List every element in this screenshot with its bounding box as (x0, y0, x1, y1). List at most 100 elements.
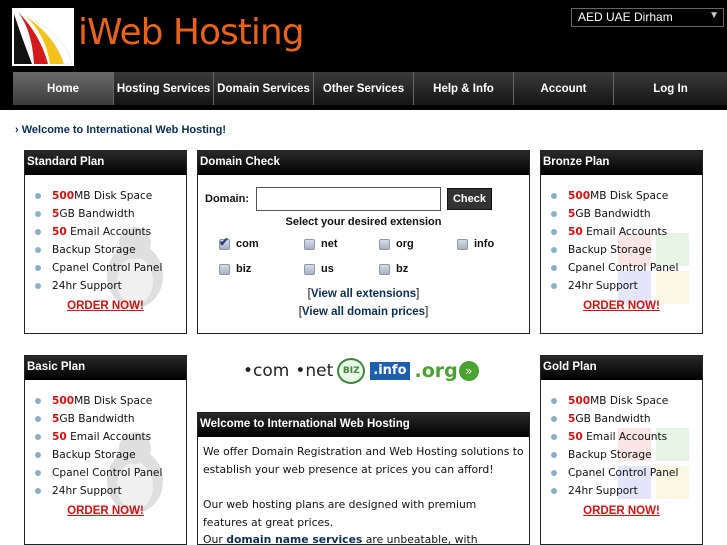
checkbox-icon (379, 238, 390, 250)
gold-plan-box: Gold Plan 500MB Disk Space 5GB Bandwidth… (540, 355, 703, 545)
bullet-icon (551, 416, 557, 422)
plan-title: Bronze Plan (541, 151, 702, 175)
bullet-icon (35, 265, 41, 271)
checkbox-icon (304, 238, 315, 250)
list-item: Cpanel Control Panel (35, 464, 186, 482)
plan-title: Gold Plan (541, 356, 702, 380)
list-item: 500MB Disk Space (35, 187, 186, 205)
nav-other-services[interactable]: Other Services (314, 72, 414, 105)
nav-hosting-services[interactable]: Hosting Services (114, 72, 214, 105)
list-item: Cpanel Control Panel (551, 464, 702, 482)
arrow-right-icon: » (458, 361, 479, 381)
nav-home[interactable]: Home (13, 72, 114, 105)
bullet-icon (551, 211, 557, 217)
bronze-plan-box: Bronze Plan 500MB Disk Space 5GB Bandwid… (540, 150, 703, 334)
bullet-icon (551, 283, 557, 289)
domain-input[interactable] (256, 187, 441, 211)
bullet-icon (35, 229, 41, 235)
order-now-link[interactable]: ORDER NOW! (541, 505, 702, 517)
welcome-box-body: We offer Domain Registration and Web Hos… (198, 437, 529, 545)
checkbox-icon (219, 263, 230, 275)
list-item: 5GB Bandwidth (35, 205, 186, 223)
bullet-icon (35, 283, 41, 289)
welcome-paragraph: Our domain name services are unbeatable,… (203, 533, 478, 545)
nav-account[interactable]: Account (514, 72, 614, 105)
bullet-icon (35, 488, 41, 494)
list-item: 24hr Support (551, 482, 702, 500)
domain-check-title: Domain Check (198, 151, 529, 175)
checkbox-icon (457, 238, 468, 250)
plan-feature-list: 500MB Disk Space 5GB Bandwidth 50 Email … (541, 380, 702, 500)
list-item: 5GB Bandwidth (551, 205, 702, 223)
tld-com: •com (243, 361, 290, 381)
welcome-breadcrumb: › Welcome to International Web Hosting! (15, 124, 227, 136)
bullet-icon (551, 452, 557, 458)
checkbox-icon (379, 263, 390, 275)
checkbox-checked-icon (219, 235, 230, 250)
domain-search-row: Domain: Check (205, 187, 492, 211)
ext-bz-checkbox[interactable]: bz (379, 263, 408, 275)
basic-plan-box: Basic Plan 500MB Disk Space 5GB Bandwidt… (24, 355, 187, 545)
bullet-icon (551, 193, 557, 199)
tld-info-badge: .info (370, 362, 410, 380)
order-now-link[interactable]: ORDER NOW! (25, 505, 186, 517)
list-item: Backup Storage (35, 241, 186, 259)
nav-help-info[interactable]: Help & Info (414, 72, 514, 105)
view-all-prices-link[interactable]: View all domain prices (302, 306, 425, 318)
bullet-icon (35, 247, 41, 253)
select-extension-label: Select your desired extension (285, 216, 442, 228)
tld-org: .org (414, 360, 458, 382)
list-item: 50 Email Accounts (551, 428, 702, 446)
list-item: 24hr Support (35, 277, 186, 295)
nav-bar: Home Hosting Services Domain Services Ot… (13, 72, 727, 105)
nav-log-in[interactable]: Log In (614, 72, 727, 105)
ext-com-checkbox[interactable]: com (219, 235, 259, 250)
bullet-icon (551, 470, 557, 476)
plan-feature-list: 500MB Disk Space 5GB Bandwidth 50 Email … (25, 380, 186, 500)
bullet-icon (551, 434, 557, 440)
ext-us-checkbox[interactable]: us (304, 263, 334, 275)
nav-domain-services[interactable]: Domain Services (214, 72, 314, 105)
list-item: 500MB Disk Space (551, 187, 702, 205)
site-header: iWeb Hosting AED UAE Dirham ▼ (0, 0, 727, 70)
view-all-extensions: [View all extensions] (307, 288, 420, 300)
order-now-link[interactable]: ORDER NOW! (25, 300, 186, 312)
list-item: 50 Email Accounts (551, 223, 702, 241)
tld-banner: •com •net BIZ .info .org » (243, 358, 479, 384)
check-button[interactable]: Check (447, 188, 492, 210)
welcome-box: Welcome to International Web Hosting We … (197, 412, 530, 545)
checkbox-icon (304, 263, 315, 275)
plan-feature-list: 500MB Disk Space 5GB Bandwidth 50 Email … (25, 175, 186, 295)
site-logo-text[interactable]: iWeb Hosting (78, 12, 305, 53)
list-item: Cpanel Control Panel (35, 259, 186, 277)
standard-plan-box: Standard Plan 500MB Disk Space 5GB Bandw… (24, 150, 187, 334)
domain-label: Domain: (205, 193, 249, 205)
welcome-paragraph: Our web hosting plans are designed with … (203, 498, 477, 529)
bullet-icon (35, 193, 41, 199)
list-item: 50 Email Accounts (35, 428, 186, 446)
bullet-arrow-icon: › (15, 124, 22, 136)
bullet-icon (551, 265, 557, 271)
view-all-extensions-link[interactable]: View all extensions (311, 288, 416, 300)
domain-name-services-link[interactable]: domain name services (226, 533, 362, 544)
domain-check-box: Domain Check Domain: Check Select your d… (197, 150, 530, 334)
currency-select[interactable]: AED UAE Dirham ▼ (571, 8, 724, 27)
bullet-icon (551, 398, 557, 404)
ext-net-checkbox[interactable]: net (304, 238, 338, 250)
list-item: 24hr Support (35, 482, 186, 500)
chevron-down-icon: ▼ (709, 10, 719, 21)
bullet-icon (35, 416, 41, 422)
ext-biz-checkbox[interactable]: biz (219, 263, 251, 275)
bullet-icon (35, 398, 41, 404)
plan-title: Basic Plan (25, 356, 186, 380)
list-item: Cpanel Control Panel (551, 259, 702, 277)
bullet-icon (35, 452, 41, 458)
bullet-icon (35, 211, 41, 217)
list-item: 500MB Disk Space (551, 392, 702, 410)
list-item: Backup Storage (551, 241, 702, 259)
welcome-box-title: Welcome to International Web Hosting (198, 413, 529, 437)
view-all-prices: [View all domain prices] (298, 306, 429, 318)
ext-info-checkbox[interactable]: info (457, 238, 494, 250)
order-now-link[interactable]: ORDER NOW! (541, 300, 702, 312)
ext-org-checkbox[interactable]: org (379, 238, 414, 250)
